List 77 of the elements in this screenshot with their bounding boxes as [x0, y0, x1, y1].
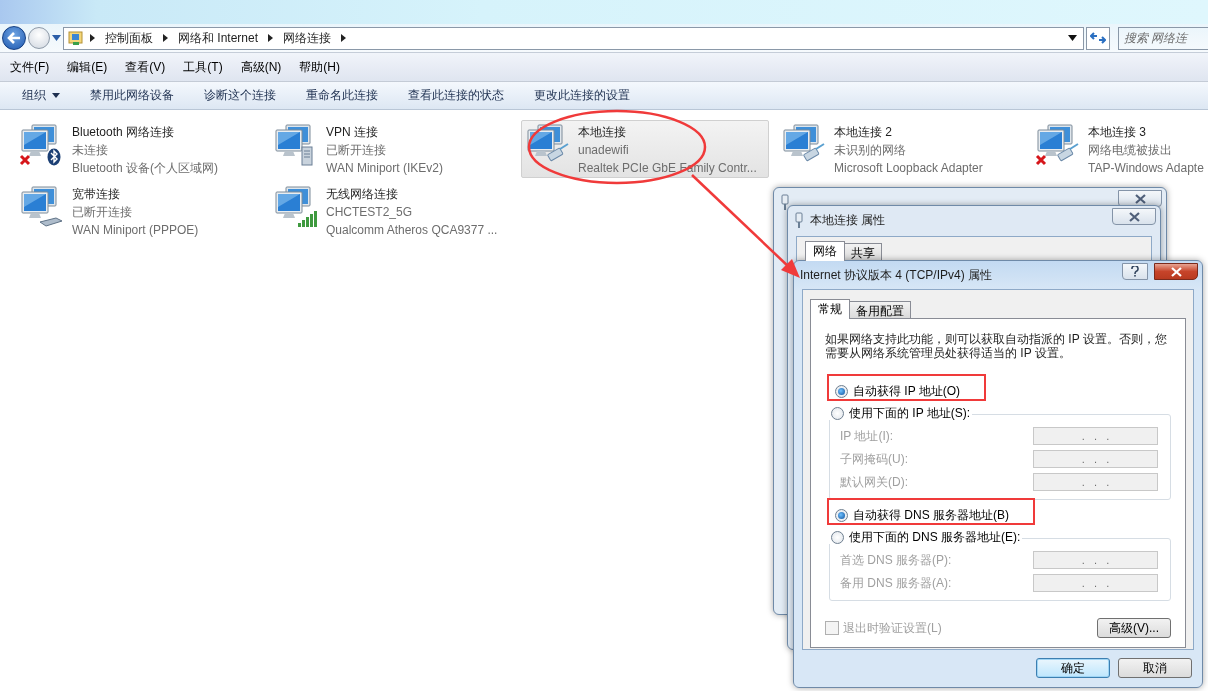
back-button[interactable] [2, 26, 26, 50]
radio-button[interactable]: 使用下面的 DNS 服务器地址(E): [829, 530, 1023, 544]
help-icon [1131, 266, 1139, 277]
dialog-title: Internet 协议版本 4 (TCP/IPv4) 属性 [800, 266, 993, 284]
toolbar-button[interactable]: 诊断这个连接 [190, 87, 290, 104]
menu-item[interactable]: 文件(F) [2, 58, 58, 76]
connection-status: 未识别的网络 [834, 142, 906, 159]
menu-item[interactable]: 高级(N) [232, 58, 290, 76]
connection-status: unadewifi [578, 142, 629, 159]
refresh-icon [1090, 31, 1106, 45]
connection-status: 已断开连接 [326, 142, 386, 159]
breadcrumb[interactable]: 网络连接 [279, 29, 336, 47]
connection-device: TAP-Windows Adapte [1088, 160, 1204, 177]
dialog-button[interactable]: 确定 [1036, 658, 1110, 678]
tab[interactable]: 网络 [805, 241, 845, 261]
field-label: 子网掩码(U): [840, 450, 908, 468]
connection-status: CHCTEST2_5G [326, 204, 413, 221]
caret-icon [52, 93, 60, 98]
description-text: 如果网络支持此功能，则可以获取自动指派的 IP 设置。否则，您需要从网络系统管理员处获得适当的 IP 设置。 [825, 332, 1168, 360]
tab[interactable]: 备用配置 [849, 301, 911, 318]
network-plug-icon [794, 212, 804, 228]
tab[interactable]: 常规 [810, 299, 850, 319]
connection-name[interactable]: 无线网络连接 [326, 185, 398, 203]
field-label: 首选 DNS 服务器(P): [840, 551, 952, 569]
menu-item[interactable]: 工具(T) [175, 58, 231, 76]
field-label: 备用 DNS 服务器(A): [840, 574, 952, 592]
toolbar-button[interactable]: 组织 [8, 87, 74, 104]
help-button[interactable] [1122, 263, 1148, 280]
dropdown-arrow-icon[interactable] [1068, 35, 1077, 41]
search-field[interactable]: 搜索 网络连 [1118, 26, 1208, 50]
connection-device: Bluetooth 设备(个人区域网) [72, 160, 219, 177]
close-icon [1134, 193, 1146, 204]
field-label: 默认网关(D): [840, 473, 908, 491]
connection-device: WAN Miniport (PPPOE) [72, 222, 199, 239]
dialog-title: 本地连接 属性 [810, 211, 886, 229]
network-plug-icon [780, 194, 790, 210]
toolbar-button[interactable]: 重命名此连接 [292, 87, 392, 104]
menu-item[interactable]: 编辑(E) [59, 58, 116, 76]
connection-name[interactable]: 本地连接 2 [834, 123, 892, 141]
chevron-icon [163, 34, 168, 42]
network-folder-icon [68, 30, 84, 46]
chevron-icon [90, 34, 95, 42]
connection-status: 未连接 [72, 142, 108, 159]
menu-item[interactable]: 帮助(H) [291, 58, 348, 76]
dropdown-arrow-icon[interactable] [52, 35, 61, 41]
toolbar-button[interactable]: 禁用此网络设备 [76, 87, 188, 104]
field-label: IP 地址(I): [840, 427, 894, 445]
close-icon [1170, 266, 1182, 277]
address-bar[interactable]: 控制面板 网络和 Internet 网络连接 [63, 26, 1084, 50]
chevron-icon [268, 34, 274, 42]
breadcrumb[interactable]: 控制面板 [101, 29, 157, 47]
advanced-button[interactable]: 高级(V)... [1097, 618, 1171, 638]
dialog-button[interactable]: 取消 [1118, 658, 1192, 678]
connection-name[interactable]: 本地连接 3 [1088, 123, 1146, 141]
connection-name[interactable]: 本地连接 [578, 123, 626, 141]
connection-device: Microsoft Loopback Adapter [834, 160, 983, 177]
connection-name[interactable]: Bluetooth 网络连接 [72, 123, 175, 141]
connection-status: 网络电缆被拔出 [1088, 142, 1172, 159]
breadcrumb[interactable]: 网络和 Internet [174, 29, 263, 47]
close-button[interactable] [1112, 208, 1156, 225]
connection-name[interactable]: 宽带连接 [72, 185, 120, 203]
connection-status: 已断开连接 [72, 204, 132, 221]
radio-button[interactable]: 自动获得 DNS 服务器地址(B) [833, 508, 1011, 522]
close-button[interactable] [1154, 263, 1198, 280]
connection-device: WAN Miniport (IKEv2) [326, 160, 443, 177]
close-icon [1128, 211, 1140, 222]
menu-item[interactable]: 查看(V) [117, 58, 174, 76]
chevron-icon [341, 34, 347, 42]
radio-button[interactable]: 使用下面的 IP 地址(S): [829, 406, 973, 420]
refresh-button[interactable] [1086, 26, 1110, 50]
toolbar-button[interactable]: 更改此连接的设置 [520, 87, 644, 104]
connection-device: Qualcomm Atheros QCA9377 ... [326, 222, 498, 239]
radio-button[interactable]: 自动获得 IP 地址(O) [833, 384, 963, 398]
connection-name[interactable]: VPN 连接 [326, 123, 378, 141]
back-arrow-icon [7, 32, 21, 44]
tab[interactable]: 共享 [844, 243, 882, 260]
toolbar-button[interactable]: 查看此连接的状态 [394, 87, 518, 104]
